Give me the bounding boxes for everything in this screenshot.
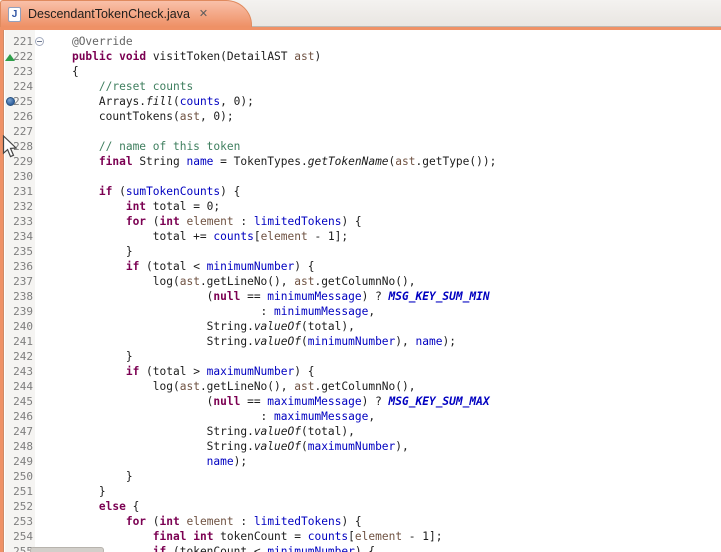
code-line[interactable]: }	[45, 469, 496, 484]
code-line[interactable]: {	[45, 64, 496, 79]
java-file-icon: J	[8, 7, 21, 22]
editor-tab-bar: J DescendantTokenCheck.java ✕	[0, 0, 721, 27]
code-line[interactable]: name);	[45, 454, 496, 469]
tab-title: DescendantTokenCheck.java	[28, 7, 190, 21]
code-line[interactable]: String.valueOf(maximumNumber),	[45, 439, 496, 454]
code-line[interactable]: (null == minimumMessage) ? MSG_KEY_SUM_M…	[45, 289, 496, 304]
horizontal-scrollbar-thumb[interactable]	[30, 547, 104, 552]
active-part-left-border	[0, 30, 4, 552]
code-line[interactable]	[45, 124, 496, 139]
code-line[interactable]: final String name = TokenTypes.getTokenN…	[45, 154, 496, 169]
code-line[interactable]: }	[45, 349, 496, 364]
code-line[interactable]: for (int element : limitedTokens) {	[45, 514, 496, 529]
code-line[interactable]: countTokens(ast, 0);	[45, 109, 496, 124]
code-line[interactable]: if (total < minimumNumber) {	[45, 259, 496, 274]
code-line[interactable]: String.valueOf(total),	[45, 319, 496, 334]
breakpoint-dot-icon[interactable]	[6, 97, 15, 106]
code-line[interactable]	[45, 169, 496, 184]
code-line[interactable]: else {	[45, 499, 496, 514]
mouse-cursor-icon	[2, 135, 19, 159]
eclipse-editor-window: J DescendantTokenCheck.java ✕ 2202212222…	[0, 0, 721, 552]
code-line[interactable]: }	[45, 244, 496, 259]
code-line[interactable]: for (int element : limitedTokens) {	[45, 214, 496, 229]
code-line[interactable]: // name of this token	[45, 139, 496, 154]
code-line[interactable]: //reset counts	[45, 79, 496, 94]
code-line[interactable]: public void visitToken(DetailAST ast)	[45, 49, 496, 64]
fold-collapse-icon[interactable]	[35, 37, 44, 46]
code-line[interactable]: if (sumTokenCounts) {	[45, 184, 496, 199]
code-line[interactable]: (null == maximumMessage) ? MSG_KEY_SUM_M…	[45, 394, 496, 409]
code-text-area[interactable]: @Override public void visitToken(DetailA…	[45, 30, 496, 552]
code-line[interactable]: }	[45, 484, 496, 499]
code-line[interactable]: final int tokenCount = counts[element - …	[45, 529, 496, 544]
annotation-ruler[interactable]	[5, 30, 16, 552]
code-editor[interactable]: 2202212222232242252262272282292302312322…	[0, 30, 721, 552]
code-line[interactable]: if (tokenCount < minimumNumber) {	[45, 544, 496, 552]
code-line[interactable]: String.valueOf(total),	[45, 424, 496, 439]
code-line[interactable]: : minimumMessage,	[45, 304, 496, 319]
code-line[interactable]: if (total > maximumNumber) {	[45, 364, 496, 379]
code-line[interactable]: log(ast.getLineNo(), ast.getColumnNo(),	[45, 379, 496, 394]
code-line[interactable]: : maximumMessage,	[45, 409, 496, 424]
override-indicator-triangle-icon	[5, 54, 15, 61]
tab-close-icon[interactable]: ✕	[199, 9, 208, 20]
code-line[interactable]: int total = 0;	[45, 199, 496, 214]
code-line[interactable]: String.valueOf(minimumNumber), name);	[45, 334, 496, 349]
code-line[interactable]: @Override	[45, 34, 496, 49]
code-line[interactable]: log(ast.getLineNo(), ast.getColumnNo(),	[45, 274, 496, 289]
code-line[interactable]: total += counts[element - 1];	[45, 229, 496, 244]
code-line[interactable]: Arrays.fill(counts, 0);	[45, 94, 496, 109]
tab-descendanttokencheck-java[interactable]: J DescendantTokenCheck.java ✕	[0, 0, 252, 27]
